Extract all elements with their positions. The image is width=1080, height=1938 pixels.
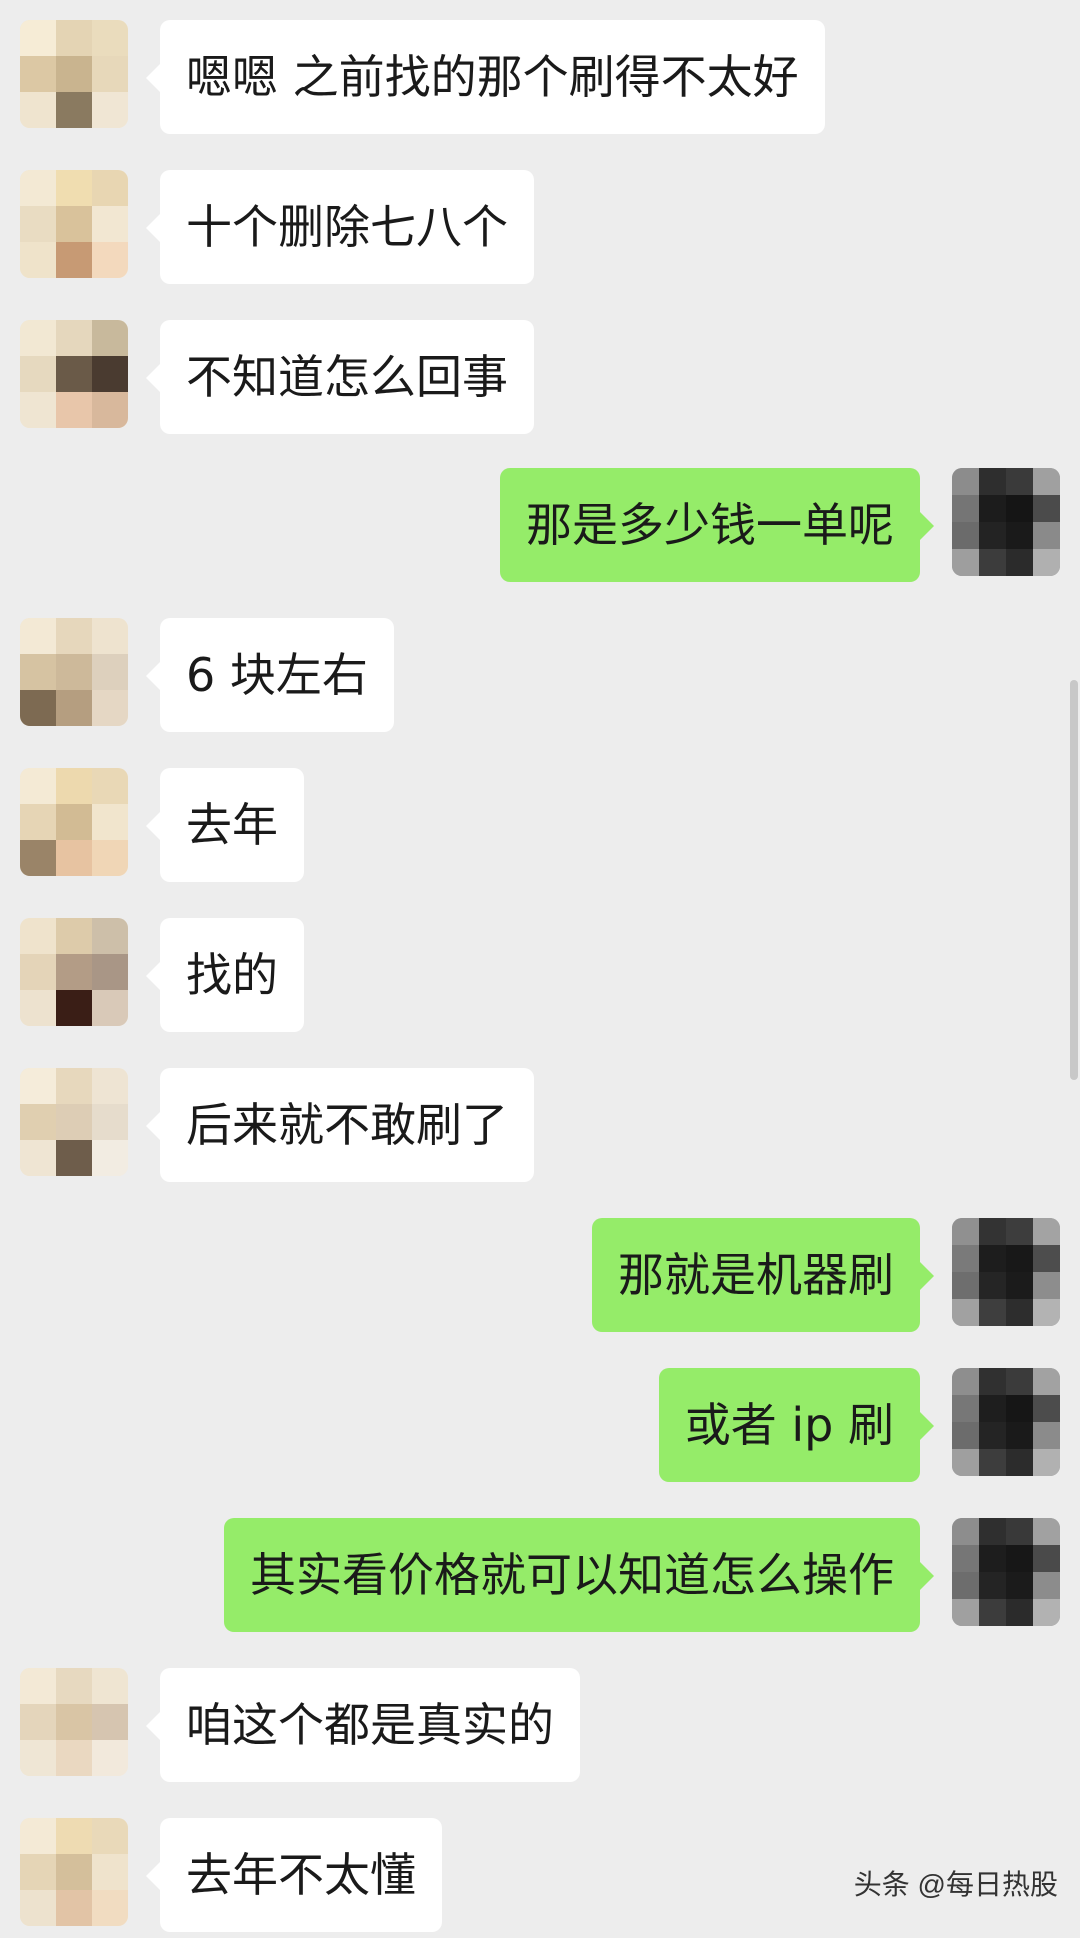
contact-avatar[interactable]: [20, 170, 128, 278]
message-bubble[interactable]: 6 块左右: [146, 618, 394, 732]
message-row: 去年: [0, 768, 1080, 888]
contact-avatar[interactable]: [20, 918, 128, 1026]
message-row: 咱这个都是真实的: [0, 1668, 1080, 1788]
scrollbar[interactable]: [1070, 680, 1078, 1080]
contact-avatar[interactable]: [20, 1668, 128, 1776]
message-bubble[interactable]: 或者 ip 刷: [658, 1368, 935, 1482]
message-row: 那是多少钱一单呢: [0, 468, 1080, 588]
message-row: 其实看价格就可以知道怎么操作: [0, 1518, 1080, 1638]
message-row: 找的: [0, 918, 1080, 1038]
message-bubble[interactable]: 那是多少钱一单呢: [500, 468, 934, 582]
message-bubble[interactable]: 找的: [146, 918, 304, 1032]
message-bubble[interactable]: 那就是机器刷: [592, 1218, 934, 1332]
message-bubble[interactable]: 去年: [146, 768, 304, 882]
chat-message-list[interactable]: 嗯嗯 之前找的那个刷得不太好 十个删除七八个 不知道怎么回事 那是多少钱一单呢 …: [0, 0, 1080, 1932]
message-bubble[interactable]: 嗯嗯 之前找的那个刷得不太好: [146, 20, 825, 134]
source-watermark: 头条 @每日热股: [853, 1869, 1058, 1900]
message-row: 6 块左右: [0, 618, 1080, 738]
my-avatar[interactable]: [952, 468, 1060, 576]
message-bubble[interactable]: 其实看价格就可以知道怎么操作: [224, 1518, 934, 1632]
message-row: 后来就不敢刷了: [0, 1068, 1080, 1188]
message-row: 那就是机器刷: [0, 1218, 1080, 1338]
my-avatar[interactable]: [952, 1218, 1060, 1326]
my-avatar[interactable]: [952, 1368, 1060, 1476]
contact-avatar[interactable]: [20, 1068, 128, 1176]
my-avatar[interactable]: [952, 1518, 1060, 1626]
message-bubble[interactable]: 不知道怎么回事: [146, 320, 534, 434]
message-row: 十个删除七八个: [0, 170, 1080, 290]
contact-avatar[interactable]: [20, 618, 128, 726]
message-row: 嗯嗯 之前找的那个刷得不太好: [0, 20, 1080, 140]
contact-avatar[interactable]: [20, 20, 128, 128]
message-row: 或者 ip 刷: [0, 1368, 1080, 1488]
contact-avatar[interactable]: [20, 768, 128, 876]
message-bubble[interactable]: 去年不太懂: [146, 1818, 442, 1932]
message-row: 不知道怎么回事: [0, 320, 1080, 440]
message-bubble[interactable]: 十个删除七八个: [146, 170, 534, 284]
contact-avatar[interactable]: [20, 320, 128, 428]
message-bubble[interactable]: 后来就不敢刷了: [146, 1068, 534, 1182]
contact-avatar[interactable]: [20, 1818, 128, 1926]
message-bubble[interactable]: 咱这个都是真实的: [146, 1668, 580, 1782]
